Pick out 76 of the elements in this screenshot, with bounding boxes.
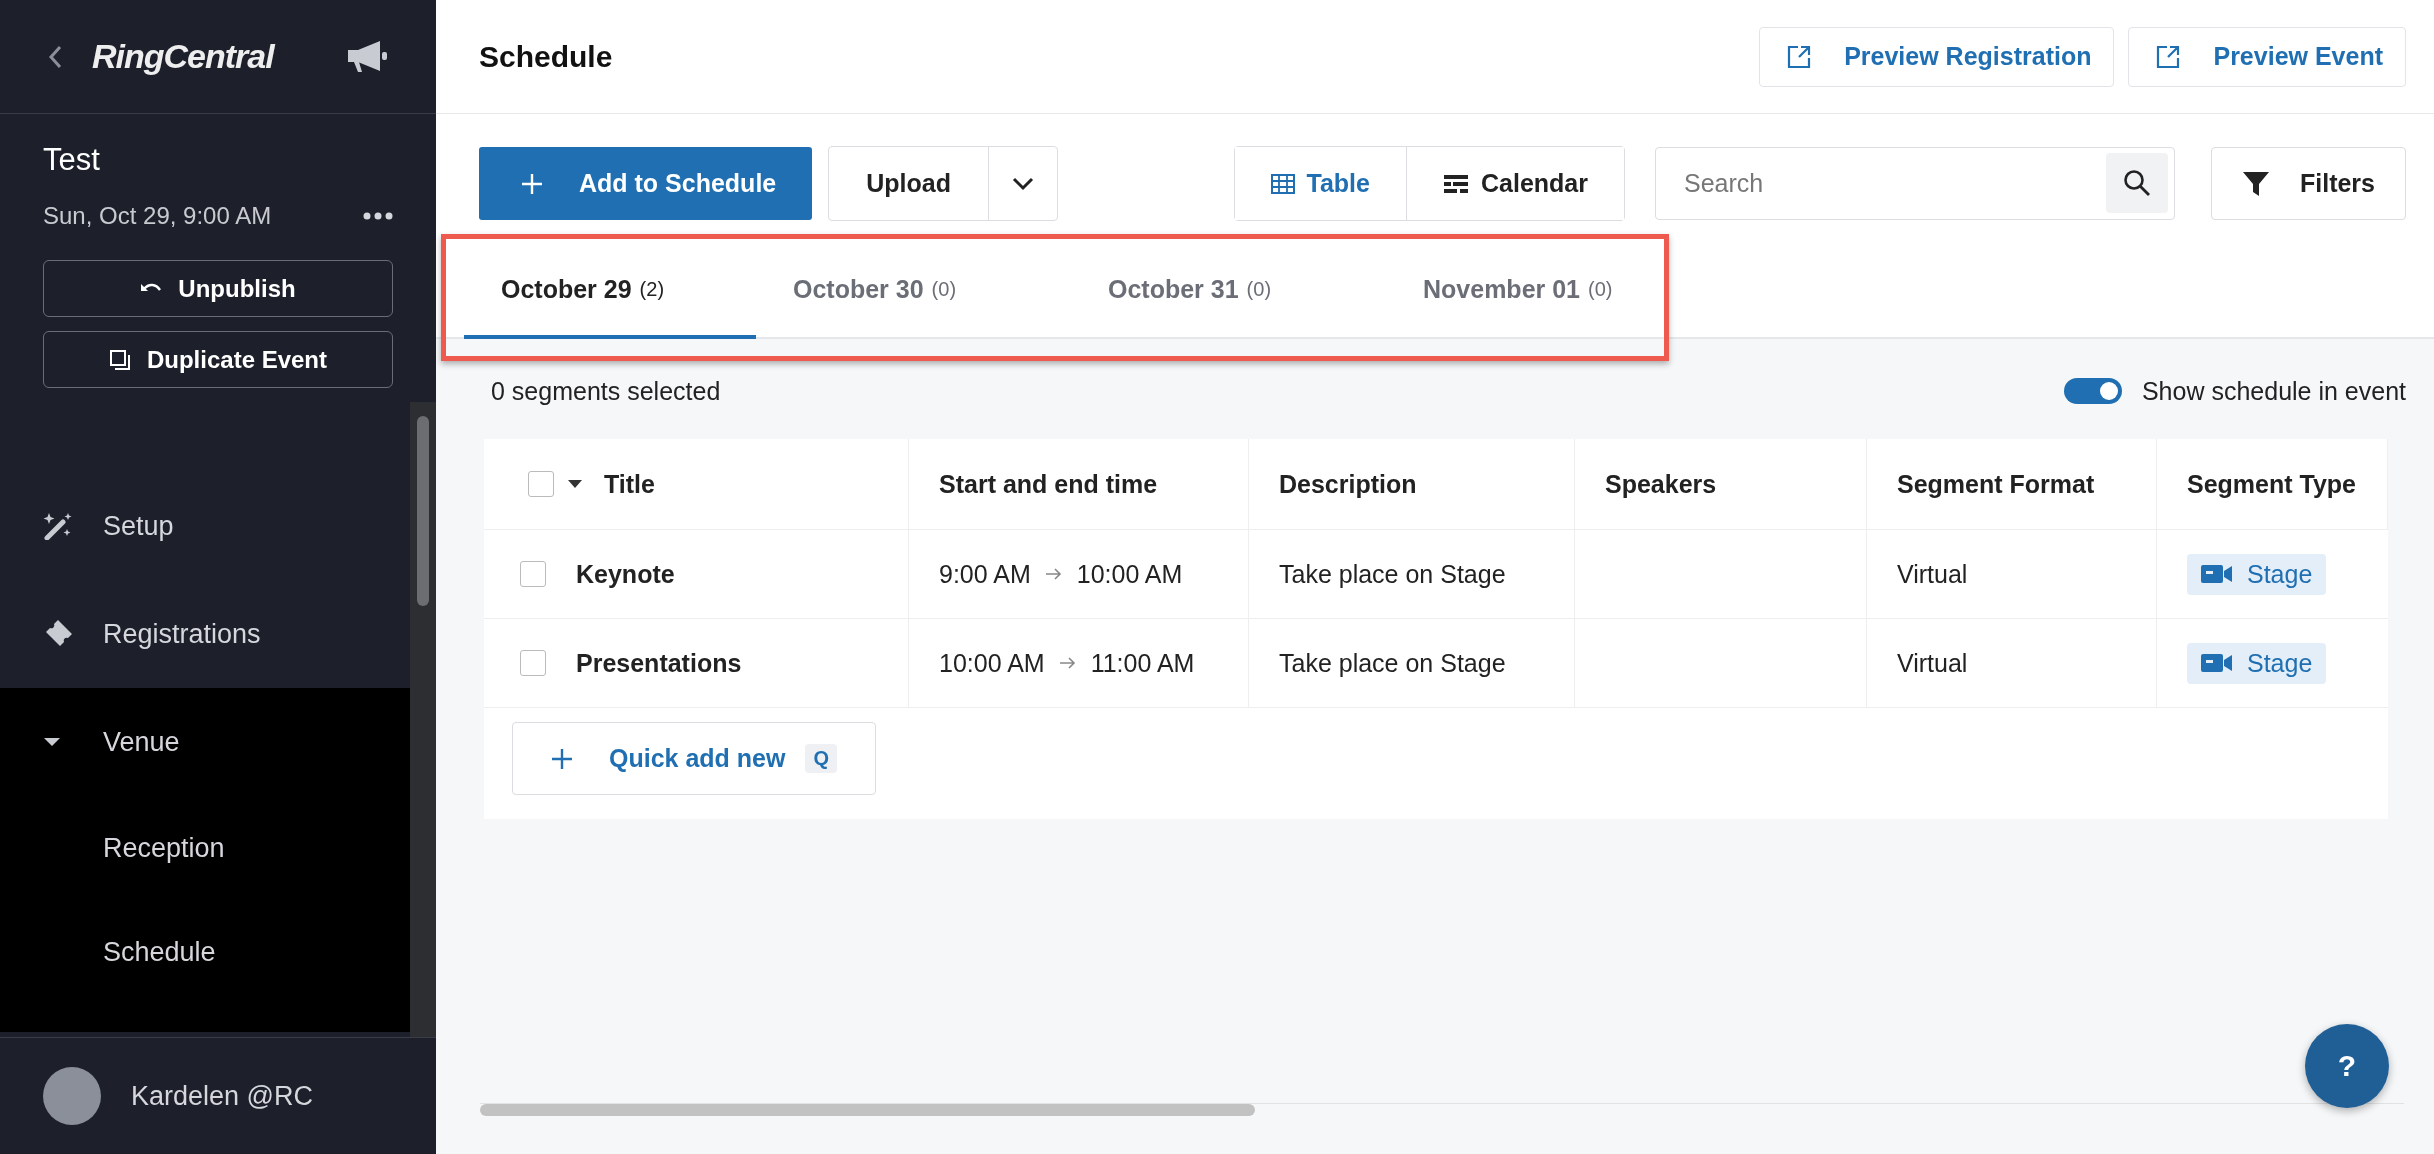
scrollbar-track[interactable] bbox=[410, 402, 436, 1037]
nav-item[interactable]: Registrations bbox=[103, 618, 261, 650]
checkbox[interactable] bbox=[520, 561, 546, 587]
copy-icon bbox=[108, 348, 131, 371]
table-cell: Presentations bbox=[576, 648, 742, 678]
video-camera-icon bbox=[2201, 652, 2233, 674]
table-cell: Take place on Stage bbox=[1279, 648, 1506, 678]
segment-type-tag: Stage bbox=[2187, 642, 2327, 684]
table-cell: 9:00 AM bbox=[939, 559, 1031, 589]
table-cell: Virtual bbox=[1897, 648, 1968, 678]
table-cell: Virtual bbox=[1897, 559, 1968, 589]
caret-down-icon[interactable] bbox=[43, 737, 61, 747]
plus-icon bbox=[521, 172, 543, 195]
column-header: Segment Type bbox=[2187, 469, 2357, 499]
checkbox[interactable] bbox=[520, 650, 546, 676]
chevron-down-icon bbox=[1011, 176, 1034, 191]
table-cell: 11:00 AM bbox=[1090, 648, 1195, 678]
plus-icon bbox=[551, 747, 573, 770]
table-cell: Take place on Stage bbox=[1279, 559, 1506, 589]
filters-button[interactable]: Filters bbox=[2210, 147, 2406, 220]
column-header: Description bbox=[1279, 469, 1417, 499]
toggle-switch[interactable] bbox=[2063, 378, 2122, 404]
column-header: Segment Format bbox=[1897, 469, 2095, 499]
column-header: Title bbox=[604, 469, 655, 499]
unpublish-button[interactable]: Unpublish bbox=[43, 260, 393, 317]
back-icon[interactable] bbox=[48, 44, 62, 69]
megaphone-icon[interactable] bbox=[346, 39, 388, 74]
nav-item[interactable]: Venue bbox=[103, 726, 180, 758]
nav-item[interactable]: Reception bbox=[0, 796, 410, 900]
external-link-icon bbox=[2155, 43, 2182, 70]
column-header: Speakers bbox=[1605, 469, 1717, 499]
date-tab[interactable]: October 31 (0) bbox=[1071, 243, 1386, 339]
segment-type-tag: Stage bbox=[2187, 553, 2327, 595]
magic-wand-icon bbox=[43, 512, 73, 540]
column-header: Start and end time bbox=[939, 469, 1158, 499]
scrollbar-thumb[interactable] bbox=[480, 1104, 1255, 1116]
user-name: Kardelen @RC bbox=[131, 1080, 313, 1112]
upload-button[interactable]: Upload bbox=[829, 147, 988, 220]
upload-split-button[interactable]: Upload bbox=[828, 146, 1058, 221]
preview-button[interactable]: Preview Event bbox=[2128, 26, 2406, 87]
external-link-icon bbox=[1786, 43, 1813, 70]
checkbox[interactable] bbox=[528, 471, 554, 497]
help-button[interactable]: ? bbox=[2305, 1024, 2389, 1108]
arrow-right-icon bbox=[1044, 568, 1063, 580]
event-title: Test bbox=[43, 142, 100, 178]
table-cell: Keynote bbox=[576, 559, 675, 589]
page-title: Schedule bbox=[479, 39, 614, 74]
table-cell: 10:00 AM bbox=[939, 648, 1045, 678]
arrow-right-icon bbox=[1058, 657, 1077, 669]
calendar-icon bbox=[1443, 173, 1469, 194]
brand-logo: RingCentral bbox=[92, 37, 276, 76]
event-date: Sun, Oct 29, 9:00 AM bbox=[43, 202, 272, 230]
search-button[interactable] bbox=[2105, 153, 2168, 213]
toggle-label: Show schedule in event bbox=[2141, 376, 2406, 406]
scrollbar-track[interactable] bbox=[480, 1103, 2404, 1116]
caret-down-icon[interactable] bbox=[568, 480, 582, 488]
nav-item[interactable]: Schedule bbox=[0, 900, 410, 1004]
nav-item[interactable]: Setup bbox=[103, 510, 174, 542]
search-icon bbox=[2122, 169, 2151, 197]
table-icon bbox=[1270, 173, 1295, 194]
preview-button[interactable]: Preview Registration bbox=[1759, 26, 2115, 87]
quick-add-button[interactable]: Quick add new Q bbox=[512, 722, 876, 795]
selection-count: 0 segments selected bbox=[491, 376, 721, 406]
video-camera-icon bbox=[2201, 563, 2233, 585]
add-to-schedule-button[interactable]: Add to Schedule bbox=[479, 147, 813, 220]
view-toggle-button[interactable]: Calendar bbox=[1406, 147, 1624, 220]
table-cell: 10:00 AM bbox=[1076, 559, 1183, 589]
date-tab[interactable]: November 01 (0) bbox=[1386, 243, 1701, 339]
more-icon[interactable] bbox=[363, 212, 393, 220]
shortcut-key: Q bbox=[805, 744, 837, 773]
scrollbar-thumb[interactable] bbox=[417, 416, 429, 606]
date-tab[interactable]: October 30 (0) bbox=[756, 243, 1071, 339]
filter-icon bbox=[2241, 169, 2270, 198]
duplicate-button[interactable]: Duplicate Event bbox=[43, 331, 393, 388]
date-tab[interactable]: October 29 (2) bbox=[464, 243, 756, 339]
search-field[interactable]: Search bbox=[1654, 147, 2175, 220]
